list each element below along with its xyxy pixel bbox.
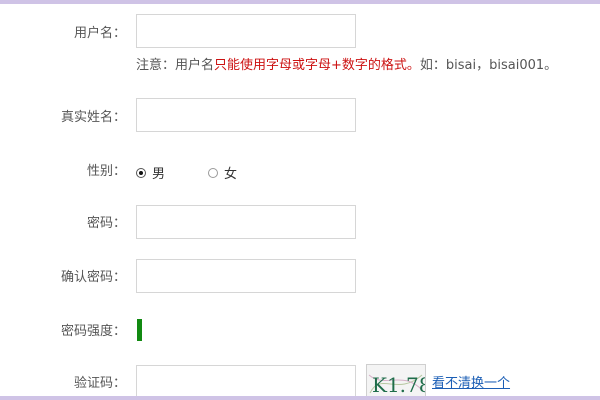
gender-male-radio[interactable]: 男	[136, 163, 165, 182]
captcha-label: 验证码：	[73, 376, 126, 391]
password-label: 密码：	[86, 216, 126, 231]
gender-label: 性别：	[86, 164, 126, 179]
username-label: 用户名：	[73, 26, 126, 41]
captcha-graphic: K1.78	[367, 365, 431, 397]
confirm-password-input[interactable]	[136, 259, 356, 293]
username-input[interactable]	[136, 14, 356, 48]
realname-label: 真实姓名：	[60, 110, 126, 125]
hint-prefix: 注意：用户名	[136, 58, 215, 73]
hint-rule: 只能使用字母或字母+数字的格式。	[214, 58, 420, 73]
realname-input[interactable]	[136, 98, 356, 132]
refresh-captcha-link[interactable]: 看不清换一个	[432, 376, 510, 392]
gender-female-label: 女	[224, 167, 238, 182]
captcha-input[interactable]	[136, 365, 356, 396]
captcha-text: K1.78	[372, 373, 425, 397]
username-hint: 注意：用户名只能使用字母或字母+数字的格式。如：bisai，bisai001。	[136, 58, 557, 74]
captcha-image[interactable]: K1.78	[366, 364, 431, 397]
strength-meter	[137, 319, 142, 341]
confirm-password-label: 确认密码：	[60, 270, 126, 285]
registration-form-page: 用户名： 注意：用户名只能使用字母或字母+数字的格式。如：bisai，bisai…	[0, 0, 600, 400]
strength-label: 密码强度：	[60, 324, 126, 339]
hint-example: 如：bisai，bisai001。	[419, 58, 558, 73]
password-input[interactable]	[136, 205, 356, 239]
radio-checked-icon[interactable]	[136, 167, 146, 178]
gender-female-radio[interactable]: 女	[208, 163, 237, 182]
gender-male-label: 男	[152, 167, 166, 182]
radio-unchecked-icon[interactable]	[208, 167, 218, 178]
